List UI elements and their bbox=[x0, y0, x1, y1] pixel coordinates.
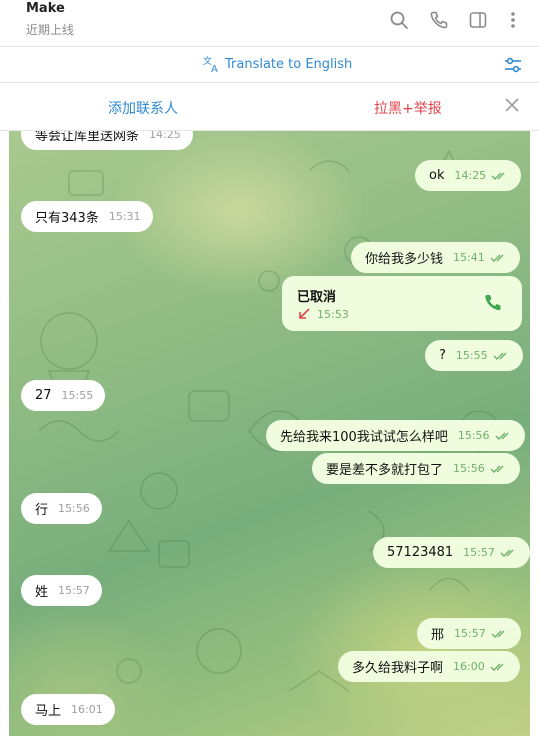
message-outgoing[interactable]: 先给我来100我试试怎么样吧 15:56 bbox=[266, 420, 525, 451]
call-message-card[interactable]: 已取消 15:53 bbox=[282, 276, 522, 331]
more-vert-icon[interactable] bbox=[503, 10, 523, 30]
chat-history[interactable]: 等会让库里送网条 14:25 ok 14:25 只有343条 15:31 你给我… bbox=[9, 131, 530, 736]
close-icon[interactable] bbox=[503, 96, 521, 114]
message-incoming[interactable]: 马上 16:01 bbox=[21, 694, 115, 725]
read-checkmarks-icon bbox=[495, 432, 509, 440]
message-outgoing[interactable]: 邢 15:57 bbox=[417, 618, 521, 649]
message-outgoing[interactable]: ok 14:25 bbox=[415, 160, 522, 191]
translate-bar: 文 A Translate to English bbox=[0, 47, 539, 83]
read-checkmarks-icon bbox=[490, 254, 504, 262]
block-report-button[interactable]: 拉黑+举报 bbox=[374, 98, 442, 118]
message-incoming[interactable]: 只有343条 15:31 bbox=[21, 201, 153, 232]
message-incoming[interactable]: 姓 15:57 bbox=[21, 575, 102, 606]
last-seen-status: 近期上线 bbox=[26, 23, 75, 37]
chat-title[interactable]: Make bbox=[26, 1, 65, 16]
translate-icon: 文 A bbox=[203, 55, 218, 73]
call-status-label: 已取消 bbox=[297, 290, 337, 305]
message-outgoing[interactable]: 要是差不多就打包了 15:56 bbox=[312, 453, 520, 484]
call-back-icon[interactable] bbox=[482, 292, 504, 314]
composer-edge bbox=[0, 736, 539, 749]
missed-call-arrow-icon bbox=[299, 308, 310, 319]
sidebar-toggle-icon[interactable] bbox=[468, 10, 488, 30]
message-incoming[interactable]: 27 15:55 bbox=[21, 380, 106, 411]
read-checkmarks-icon bbox=[491, 630, 505, 638]
read-checkmarks-icon bbox=[490, 465, 504, 473]
svg-text:A: A bbox=[211, 64, 218, 73]
message-incoming[interactable]: 等会让库里送网条 14:25 bbox=[21, 131, 193, 150]
sliders-icon[interactable] bbox=[503, 55, 523, 75]
phone-icon[interactable] bbox=[429, 10, 449, 30]
read-checkmarks-icon bbox=[500, 549, 514, 557]
translate-button[interactable]: 文 A Translate to English bbox=[203, 54, 352, 74]
message-outgoing[interactable]: 57123481 15:57 bbox=[373, 537, 530, 568]
message-outgoing[interactable]: 你给我多少钱 15:41 bbox=[351, 242, 520, 273]
chat-header: Make 近期上线 bbox=[0, 0, 539, 47]
message-outgoing[interactable]: ? 15:55 bbox=[425, 340, 523, 371]
read-checkmarks-icon bbox=[491, 172, 505, 180]
add-contact-button[interactable]: 添加联系人 bbox=[108, 98, 178, 118]
contact-action-bar: 添加联系人 拉黑+举报 bbox=[0, 83, 539, 131]
message-outgoing[interactable]: 多久给我料子啊 16:00 bbox=[338, 651, 520, 682]
search-icon[interactable] bbox=[389, 10, 409, 30]
translate-label: Translate to English bbox=[225, 56, 353, 72]
message-incoming[interactable]: 行 15:56 bbox=[21, 493, 102, 524]
read-checkmarks-icon bbox=[493, 352, 507, 360]
read-checkmarks-icon bbox=[490, 663, 504, 671]
